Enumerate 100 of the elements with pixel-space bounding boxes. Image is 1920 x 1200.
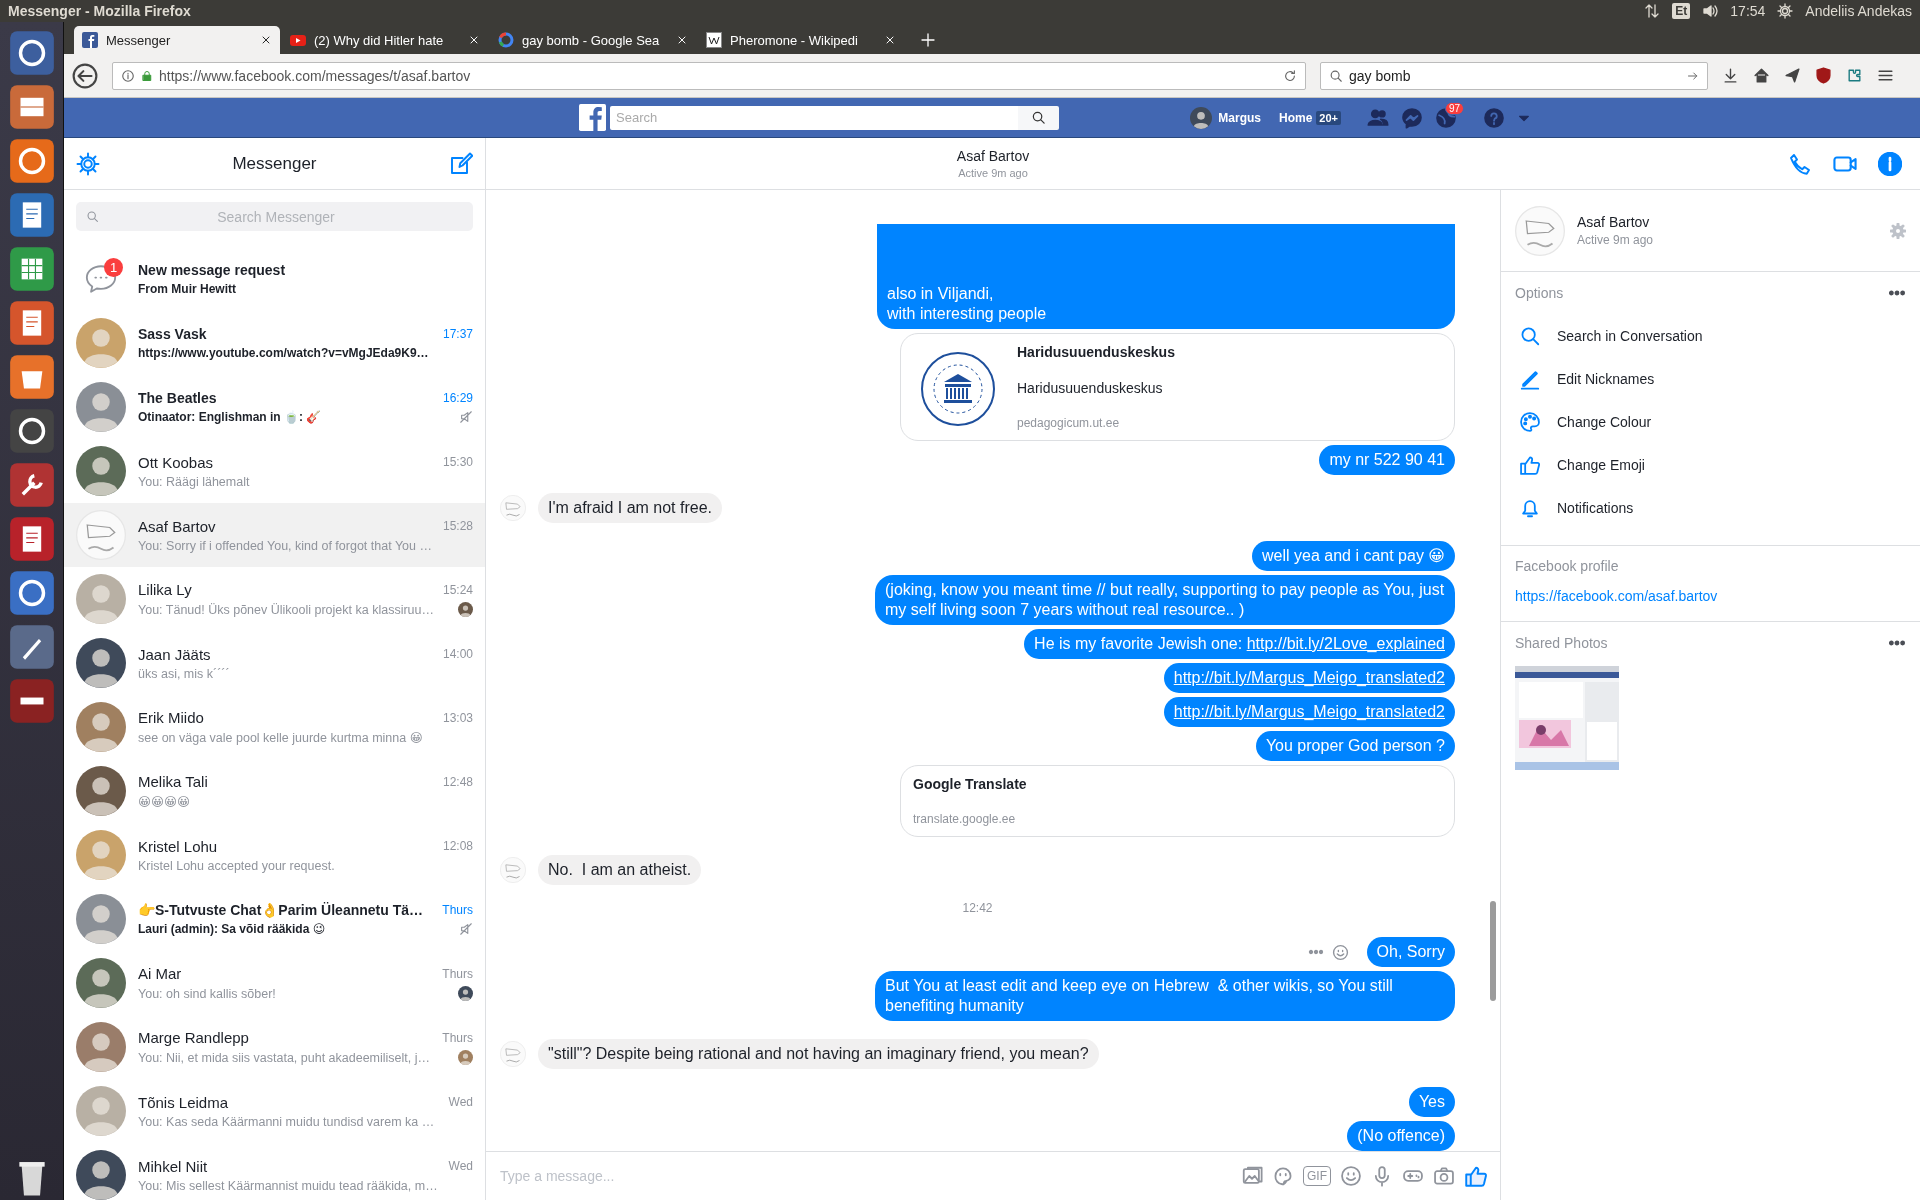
contact-name: Asaf Bartov [1577,214,1651,230]
search-field[interactable]: Search [610,105,1018,130]
close-icon[interactable] [676,34,688,46]
url-field[interactable]: https://www.facebook.com/messages/t/asaf.bartov [159,67,1277,84]
conversation-item[interactable]: Ai Mar Thurs You: oh sind kallis sõber! [64,951,485,1015]
search-button[interactable] [1018,105,1059,130]
app-icon[interactable] [8,408,55,454]
image-icon[interactable] [1241,1165,1263,1187]
address-bar[interactable]: https://www.facebook.com/messages/t/asaf.bartov [112,61,1306,90]
close-icon[interactable] [884,34,896,46]
link[interactable]: https://facebook.com/asaf.bartov [1515,588,1718,604]
new-tab-icon[interactable] [920,32,936,48]
option-item[interactable]: Change Colour [1515,400,1906,443]
download-icon[interactable] [1722,67,1739,84]
compose-icon[interactable] [449,151,473,176]
conversation-item[interactable]: Sass Vask 17:37 https://www.youtube.com/watch?v=vMgJEda9K9… [64,311,485,375]
clock[interactable]: 17:54 [1730,3,1766,19]
contact-name: Ott Koobas [138,453,214,471]
close-icon[interactable] [260,34,272,46]
search-input[interactable]: Search Messenger [107,207,463,226]
conversation-item[interactable]: Melika Tali 12:48 😀😀😀😀 [64,759,485,823]
active-status: Active 9m ago [1577,233,1655,247]
link[interactable]: http://bit.ly/Margus_Meigo_translated2 [1173,703,1445,720]
app-icon[interactable] [8,138,55,184]
back-icon[interactable] [72,62,98,89]
app-icon[interactable] [8,678,55,724]
app-icon[interactable] [8,84,55,130]
phone-icon[interactable] [1788,151,1812,176]
reaction-icon[interactable] [1331,943,1349,961]
facebook-logo[interactable] [579,104,606,131]
app-icon[interactable] [8,192,55,238]
emoji-icon[interactable] [1340,1165,1362,1187]
search-input[interactable]: gay bomb [1349,67,1681,84]
puzzle-icon[interactable] [1846,67,1863,84]
conversation-item[interactable]: Lilika Ly 15:24 You: Tänud! Üks põnev Ülikooli projekt ka klassiruu… [64,567,485,631]
conversation-item[interactable]: Erik Miido 13:03 see on väga vale pool kelle juurde kurtma minna 😀 [64,695,485,759]
info-icon[interactable] [1878,151,1902,176]
link[interactable]: http://bit.ly/2Love_explained [1246,635,1445,652]
reload-icon[interactable] [1283,68,1297,83]
section-title: Shared Photos [1515,635,1608,651]
conversation-item[interactable]: The Beatles 16:29 Otinaator: Englishman in 🍵: 🎸 [64,375,485,439]
app-icon[interactable] [8,300,55,346]
paper-plane-icon[interactable] [1784,67,1801,84]
conversation-item[interactable]: Mihkel Niit Wed You: Mis sellest Käärmannist muidu tead rääkida, m… [64,1143,485,1200]
contact-name: Asaf Bartov [138,517,216,535]
camera-icon[interactable] [1433,1165,1455,1187]
panel-title: Messenger [232,153,317,174]
link-description: Haridusuuenduskeskus [1017,380,1164,396]
home-icon[interactable] [1753,67,1770,84]
avatar [76,382,126,432]
browser-tab[interactable]: (2) Why did Hitler hate [282,26,488,54]
contact-name: Ai Mar [138,965,182,982]
conversation-item[interactable]: 👉S-Tutvuste Chat👌Parim Üleannetu Tä… Thurs Lauri (admin): Sa võid rääkida 😉 [64,887,485,951]
close-icon[interactable] [468,34,480,46]
home-link[interactable]: Home 20+ [1279,110,1341,125]
option-item[interactable]: Search in Conversation [1515,314,1906,357]
avatar [76,958,126,1008]
conversation-item[interactable]: Jaan Jääts 14:00 üks asi, mis k´´´´ [64,631,485,695]
network-icon[interactable] [1644,3,1661,19]
contact-name: Jaan Jääts [138,645,211,663]
app-icon[interactable] [8,570,55,616]
conversation-item[interactable]: Tõnis Leidma Wed You: Kas seda Käärmanni muidu tundisd varem ka … [64,1079,485,1143]
option-item[interactable]: Notifications [1515,486,1906,529]
conversation-item[interactable]: Marge Randlepp Thurs You: Nii, et mida siis vastata, puht akadeemiliselt, j… [64,1015,485,1079]
profile-link[interactable]: Margus [1190,106,1261,129]
info-icon[interactable] [121,68,135,83]
avatar [500,857,526,883]
conversation-item[interactable]: Asaf Bartov 15:28 You: Sorry if i offended You, kind of forgot that You … [64,503,485,567]
app-icon[interactable] [8,30,55,76]
link[interactable]: http://bit.ly/Margus_Meigo_translated2 [1173,669,1445,686]
browser-tab[interactable]: gay bomb - Google Sea [490,26,696,54]
avatar [1515,205,1565,256]
scrollbar[interactable] [1490,901,1496,1001]
app-icon[interactable] [8,516,55,562]
messenger-icon[interactable] [1401,106,1423,129]
conversation-item[interactable]: Ott Koobas 15:30 You: Räägi lähemalt [64,439,485,503]
option-item[interactable]: Edit Nicknames [1515,357,1906,400]
help-icon[interactable] [1483,106,1505,129]
link-preview-card[interactable]: Haridusuuenduskeskus Haridusuuenduskeskus pedagogicum.ut.ee [900,333,1455,441]
app-icon[interactable] [8,246,55,292]
browser-search-field[interactable]: gay bomb [1320,61,1708,90]
like-icon[interactable] [1464,1164,1488,1188]
sticker-icon[interactable] [1272,1165,1294,1187]
app-icon[interactable] [8,462,55,508]
option-item[interactable]: Change Emoji [1515,443,1906,486]
app-icon[interactable] [8,354,55,400]
link-preview-card[interactable]: Google Translate translate.google.ee [900,765,1455,837]
search-field[interactable]: Search Messenger [76,202,473,231]
app-icon[interactable] [8,624,55,670]
conversation-item[interactable]: 1 New message request From Muir Hewitt [64,247,485,311]
shield-icon[interactable] [1815,67,1832,84]
conversation-item[interactable]: Kristel Lohu 12:08 Kristel Lohu accepted your request. [64,823,485,887]
window-title: Messenger - Mozilla Firefox [8,3,191,19]
user-name[interactable]: Andeliis Andekas [1805,3,1912,19]
keyboard-indicator[interactable]: Et [1672,3,1691,19]
go-arrow-icon[interactable] [1687,69,1699,82]
settings-icon[interactable] [76,151,100,176]
browser-tab[interactable]: Pheromone - Wikipedi [698,26,904,54]
volume-icon[interactable] [1702,3,1719,19]
browser-tab[interactable]: Messenger [74,26,280,54]
